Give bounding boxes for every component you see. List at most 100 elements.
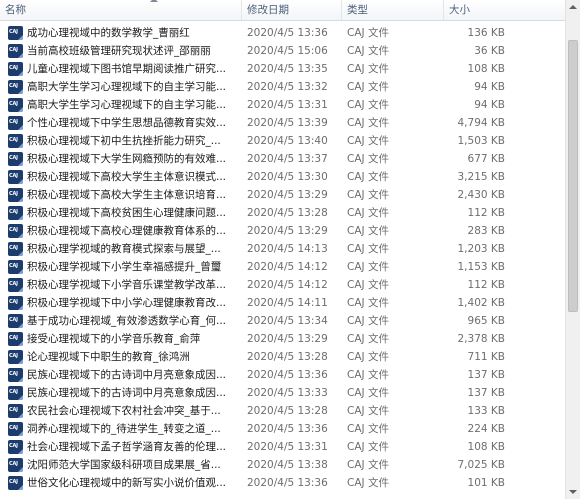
column-header-size[interactable]: 大小 xyxy=(444,0,565,20)
file-row[interactable]: CAJ 当前高校班级管理研究现状述评_邵丽丽 2020/4/5 15:06 CAJ 文… xyxy=(0,42,565,60)
file-row[interactable]: CAJ 积极心理学视域下小学生幸福感提升_曾璽 2020/4/5 14:12 CAJ … xyxy=(0,258,565,276)
file-date: 2020/4/5 13:37 xyxy=(247,153,328,165)
scroll-down-arrow-icon[interactable] xyxy=(569,490,577,494)
caj-file-icon: CAJ xyxy=(8,386,23,400)
file-row[interactable]: CAJ 积极心理学视域下中小学心理健康教育改... 2020/4/5 14:11 CA… xyxy=(0,294,565,312)
caj-file-icon: CAJ xyxy=(8,440,23,454)
file-name: 世俗文化心理视域中的新写实小说价值观... xyxy=(27,477,227,489)
file-row[interactable]: CAJ 积极心理视域下大学生网瘾预防的有效难... 2020/4/5 13:37 CA… xyxy=(0,150,565,168)
file-size: 224 KB xyxy=(467,423,505,435)
file-type: CAJ 文件 xyxy=(347,81,389,93)
caj-icon-label: CAJ xyxy=(9,371,18,377)
file-row[interactable]: CAJ 积极心理视域下高校贫困生心理健康问题... 2020/4/5 13:28 CA… xyxy=(0,204,565,222)
file-row[interactable]: CAJ 积极心理视域下高校大学生主体意识模式... 2020/4/5 13:30 CA… xyxy=(0,168,565,186)
file-name: 民族心理视域下的古诗词中月亮意象成因... xyxy=(27,369,227,381)
file-date: 2020/4/5 13:31 xyxy=(247,441,328,453)
file-row[interactable]: CAJ 高职大学生学习心理视域下的自主学习能... 2020/4/5 13:32 CA… xyxy=(0,78,565,96)
scroll-up-arrow-icon[interactable] xyxy=(569,5,577,9)
file-size: 4,794 KB xyxy=(457,117,506,129)
file-row[interactable]: CAJ 积极心理视域下初中生抗挫折能力研究_... 2020/4/5 13:40 CA… xyxy=(0,132,565,150)
column-header-type[interactable]: 类型 xyxy=(342,0,444,20)
file-row[interactable]: CAJ 社会心理视域下孟子哲学涵育友善的伦理... 2020/4/5 13:31 CA… xyxy=(0,438,565,456)
caj-icon-label: CAJ xyxy=(9,389,18,395)
file-type: CAJ 文件 xyxy=(347,45,389,57)
caj-file-icon: CAJ xyxy=(8,44,23,58)
file-row[interactable]: CAJ 高职大学生学习心理视域下的自主学习能... 2020/4/5 13:31 CA… xyxy=(0,96,565,114)
file-type: CAJ 文件 xyxy=(347,351,389,363)
file-row[interactable]: CAJ 积极心理视域下高校大学生主体意识培育... 2020/4/5 13:29 CA… xyxy=(0,186,565,204)
caj-file-icon: CAJ xyxy=(8,206,23,220)
caj-icon-label: CAJ xyxy=(9,407,18,413)
caj-icon-label: CAJ xyxy=(9,353,18,359)
caj-icon-label: CAJ xyxy=(9,29,18,35)
file-type: CAJ 文件 xyxy=(347,333,389,345)
caj-file-icon: CAJ xyxy=(8,296,23,310)
file-size: 1,153 KB xyxy=(457,261,506,273)
file-type: CAJ 文件 xyxy=(347,135,389,147)
file-date: 2020/4/5 13:36 xyxy=(247,477,328,489)
file-name: 个性心理视域下中学生思想品德教育实效... xyxy=(27,117,227,129)
file-date: 2020/4/5 13:32 xyxy=(247,81,328,93)
file-size: 137 KB xyxy=(467,369,505,381)
file-row[interactable]: CAJ 民族心理视域下的古诗词中月亮意象成因... 2020/4/5 13:36 CA… xyxy=(0,366,565,384)
file-row[interactable]: CAJ 积极心理学视域下小学音乐课堂教学改革... 2020/4/5 14:12 CA… xyxy=(0,276,565,294)
caj-file-icon: CAJ xyxy=(8,368,23,382)
file-size: 101 KB xyxy=(467,477,505,489)
caj-icon-label: CAJ xyxy=(9,317,18,323)
scrollbar-thumb[interactable] xyxy=(568,40,578,312)
file-size: 1,402 KB xyxy=(457,297,506,309)
file-row[interactable]: CAJ 接受心理视域下的小学音乐教育_俞萍 2020/4/5 13:29 CAJ 文件… xyxy=(0,330,565,348)
caj-icon-label: CAJ xyxy=(9,281,18,287)
file-date: 2020/4/5 13:38 xyxy=(247,459,328,471)
column-header-date[interactable]: 修改日期 xyxy=(242,0,342,20)
file-row[interactable]: CAJ 儿童心理视域下图书馆早期阅读推广研究... 2020/4/5 13:35 CA… xyxy=(0,60,565,78)
file-size: 7,025 KB xyxy=(457,459,506,471)
file-type: CAJ 文件 xyxy=(347,189,389,201)
file-date: 2020/4/5 13:28 xyxy=(247,351,328,363)
file-type: CAJ 文件 xyxy=(347,405,389,417)
caj-file-icon: CAJ xyxy=(8,80,23,94)
file-size: 137 KB xyxy=(467,387,505,399)
file-date: 2020/4/5 13:28 xyxy=(247,207,328,219)
caj-file-icon: CAJ xyxy=(8,260,23,274)
file-date: 2020/4/5 13:30 xyxy=(247,171,328,183)
file-row[interactable]: CAJ 基于成功心理视域_有效渗透数学心育_何... 2020/4/5 13:34 C… xyxy=(0,312,565,330)
column-header-name[interactable]: 名称 xyxy=(0,0,242,20)
file-name: 积极心理视域下高校大学生主体意识培育... xyxy=(27,189,227,201)
file-row[interactable]: CAJ 积极心理视域下高校心理健康教育体系的... 2020/4/5 13:29 CA… xyxy=(0,222,565,240)
vertical-scrollbar[interactable] xyxy=(565,0,580,499)
file-date: 2020/4/5 13:36 xyxy=(247,369,328,381)
caj-icon-label: CAJ xyxy=(9,299,18,305)
file-date: 2020/4/5 13:28 xyxy=(247,405,328,417)
file-row[interactable]: CAJ 洞养心理视域下的_待进学生_转变之道_... 2020/4/5 13:36 C… xyxy=(0,420,565,438)
file-name: 积极心理视域下大学生网瘾预防的有效难... xyxy=(27,153,227,165)
caj-file-icon: CAJ xyxy=(8,170,23,184)
file-row[interactable]: CAJ 个性心理视域下中学生思想品德教育实效... 2020/4/5 13:39 CA… xyxy=(0,114,565,132)
file-type: CAJ 文件 xyxy=(347,369,389,381)
file-type: CAJ 文件 xyxy=(347,423,389,435)
file-size: 112 KB xyxy=(467,279,505,291)
file-row[interactable]: CAJ 积极心理学视域的教育模式探索与展望_... 2020/4/5 14:13 CA… xyxy=(0,240,565,258)
file-type: CAJ 文件 xyxy=(347,261,389,273)
file-size: 1,203 KB xyxy=(457,243,506,255)
file-date: 2020/4/5 13:34 xyxy=(247,315,328,327)
caj-file-icon: CAJ xyxy=(8,350,23,364)
file-type: CAJ 文件 xyxy=(347,477,389,489)
caj-file-icon: CAJ xyxy=(8,152,23,166)
file-row[interactable]: CAJ 成功心理视域中的数学教学_曹丽红 2020/4/5 13:36 CAJ 文件 1… xyxy=(0,24,565,42)
caj-icon-label: CAJ xyxy=(9,479,18,485)
file-row[interactable]: CAJ 民族心理视域下的古诗词中月亮意象成因... 2020/4/5 13:33 CA… xyxy=(0,384,565,402)
caj-icon-label: CAJ xyxy=(9,155,18,161)
file-row[interactable]: CAJ 世俗文化心理视域中的新写实小说价值观... 2020/4/5 13:36 CA… xyxy=(0,474,565,492)
caj-file-icon: CAJ xyxy=(8,314,23,328)
file-row[interactable]: CAJ 论心理视域下中职生的教育_徐鸿洲 2020/4/5 13:28 CAJ 文件 7… xyxy=(0,348,565,366)
file-type: CAJ 文件 xyxy=(347,99,389,111)
caj-file-icon: CAJ xyxy=(8,188,23,202)
file-type: CAJ 文件 xyxy=(347,225,389,237)
file-name: 儿童心理视域下图书馆早期阅读推广研究... xyxy=(27,63,227,75)
file-row[interactable]: CAJ 农民社会心理视域下农村社会冲突_基于... 2020/4/5 13:28 CA… xyxy=(0,402,565,420)
caj-icon-label: CAJ xyxy=(9,83,18,89)
file-name: 接受心理视域下的小学音乐教育_俞萍 xyxy=(27,333,201,345)
file-name: 积极心理视域下初中生抗挫折能力研究_... xyxy=(27,135,221,147)
file-row[interactable]: CAJ 沈阳师范大学国家级科研项目成果展_省... 2020/4/5 13:38 CA… xyxy=(0,456,565,474)
